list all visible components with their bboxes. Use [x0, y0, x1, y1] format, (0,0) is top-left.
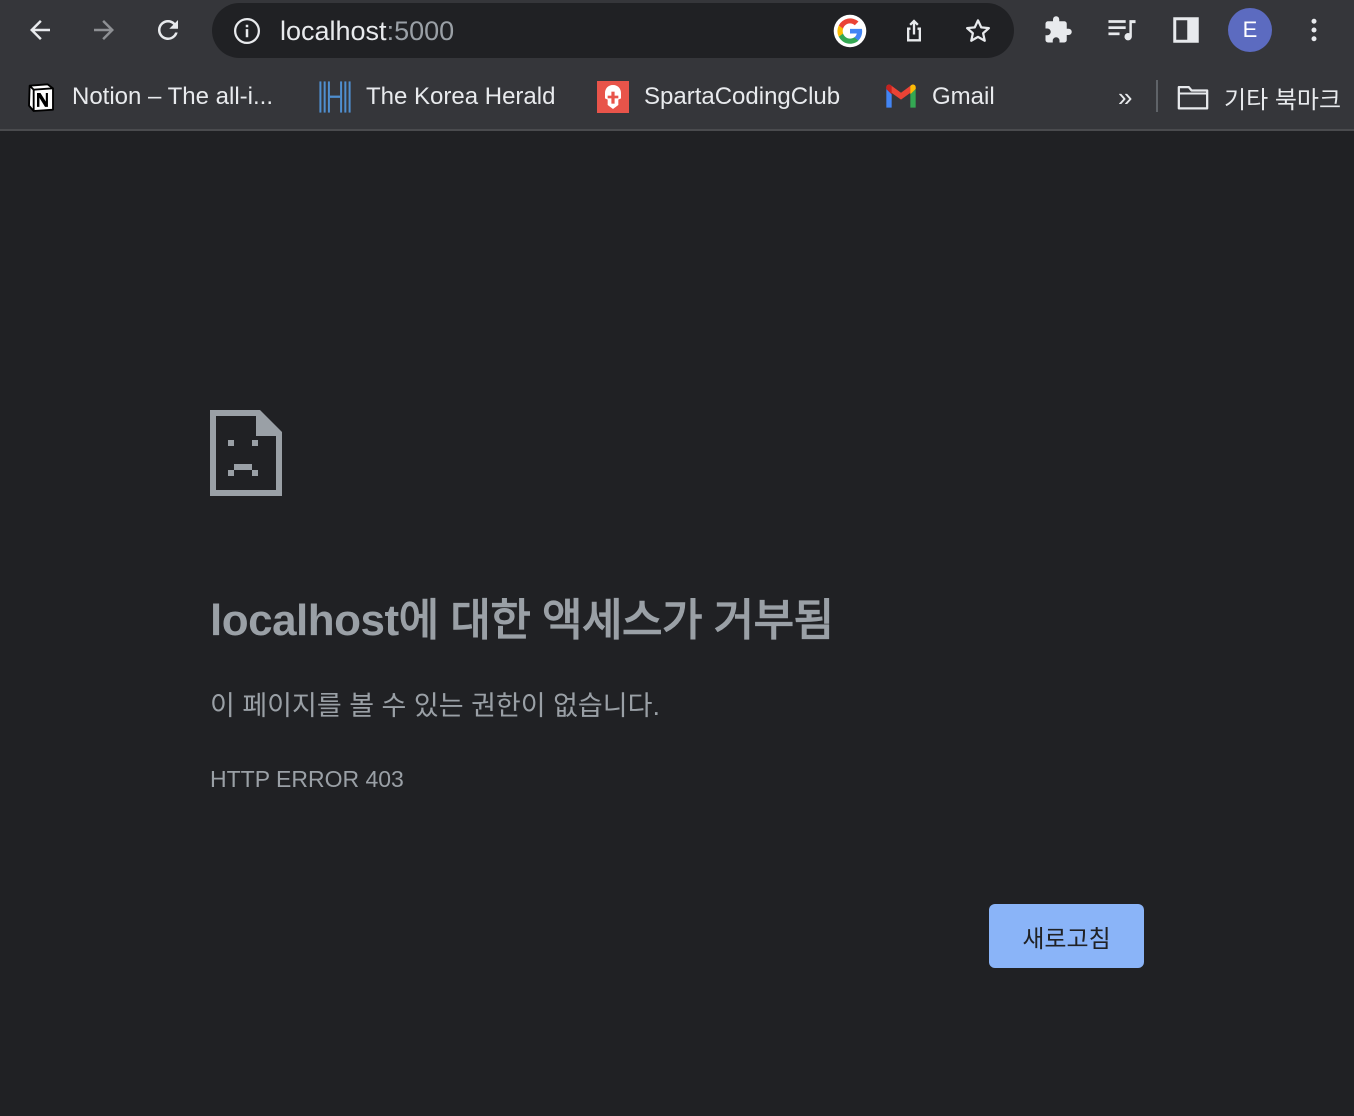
- puzzle-icon[interactable]: [1038, 10, 1078, 50]
- info-icon[interactable]: [232, 16, 262, 46]
- korea-herald-icon: [318, 80, 352, 114]
- side-panel-icon[interactable]: [1166, 10, 1206, 50]
- bookmarks-bar: Notion – The all-i... The Korea Herald S…: [0, 62, 1354, 131]
- bookmark-label: Notion – The all-i...: [72, 83, 273, 110]
- media-queue-icon[interactable]: [1102, 10, 1142, 50]
- url-port: :5000: [386, 16, 455, 46]
- bookmark-spartacodingclub[interactable]: SpartaCodingClub: [596, 79, 840, 115]
- star-icon[interactable]: [960, 13, 996, 49]
- overflow-chevron-icon: »: [1118, 81, 1133, 112]
- url-text[interactable]: localhost:5000: [280, 15, 454, 47]
- error-title: localhost에 대한 액세스가 거부됨: [210, 596, 834, 645]
- bookmark-label: The Korea Herald: [366, 83, 556, 110]
- other-bookmarks-folder[interactable]: 기타 북마크: [1176, 79, 1341, 115]
- reload-button[interactable]: 새로고침: [989, 904, 1144, 968]
- google-icon[interactable]: [832, 13, 868, 49]
- bookmarks-overflow-button[interactable]: »: [1118, 79, 1132, 115]
- bookmark-label: Gmail: [932, 83, 995, 110]
- browser-toolbar: localhost:5000 E: [0, 0, 1354, 62]
- share-icon[interactable]: [896, 13, 932, 49]
- gmail-icon: [884, 80, 918, 114]
- forward-arrow-icon[interactable]: [84, 10, 124, 50]
- error-description: 이 페이지를 볼 수 있는 권한이 없습니다.: [210, 691, 660, 721]
- reload-icon[interactable]: [148, 10, 188, 50]
- folder-icon: [1176, 80, 1210, 114]
- bookmark-gmail[interactable]: Gmail: [884, 79, 995, 115]
- back-arrow-icon[interactable]: [20, 10, 60, 50]
- url-host: localhost: [280, 16, 387, 46]
- sad-document-icon: [210, 410, 282, 496]
- kebab-menu-icon[interactable]: [1294, 10, 1334, 50]
- bookmark-label: 기타 북마크: [1224, 86, 1342, 114]
- bookmark-label: SpartaCodingClub: [644, 83, 841, 110]
- error-page: localhost에 대한 액세스가 거부됨 이 페이지를 볼 수 있는 권한이…: [0, 131, 1354, 1116]
- profile-avatar[interactable]: E: [1228, 8, 1272, 52]
- sparta-icon: [596, 80, 630, 114]
- bookmark-korea-herald[interactable]: The Korea Herald: [318, 79, 555, 115]
- bookmarks-divider: [1156, 80, 1158, 112]
- bookmark-notion[interactable]: Notion – The all-i...: [24, 79, 273, 115]
- notion-icon: [24, 80, 58, 114]
- address-bar[interactable]: localhost:5000: [212, 3, 1014, 58]
- error-code: HTTP ERROR 403: [210, 766, 404, 792]
